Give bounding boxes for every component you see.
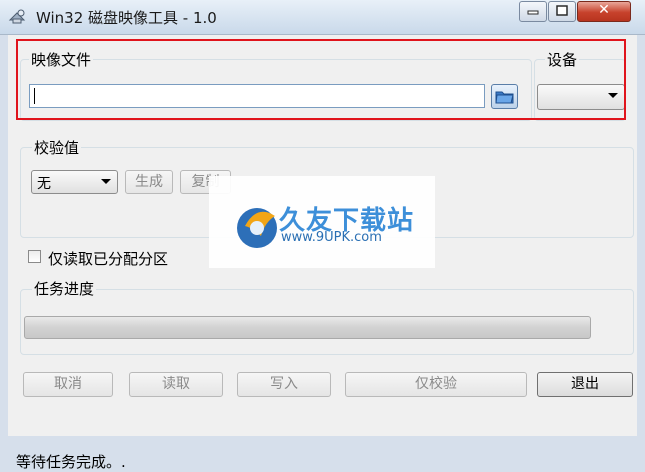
exit-button[interactable]: 退出 [537,372,633,397]
checksum-selected-value: 无 [37,176,51,192]
minimize-button[interactable] [519,1,547,22]
read-only-allocated-label: 仅读取已分配分区 [48,250,169,268]
generate-button[interactable]: 生成 [125,170,173,194]
minimize-icon [527,10,539,15]
progress-legend: 任务进度 [32,278,97,299]
checksum-legend: 校验值 [32,137,82,158]
watermark-url: www.9UPK.com [281,230,382,245]
verify-only-button[interactable]: 仅校验 [345,372,527,397]
write-button[interactable]: 写入 [237,372,331,397]
close-icon: ✕ [598,2,610,18]
window-title: Win32 磁盘映像工具 - 1.0 [36,9,217,27]
progress-bar [24,316,591,339]
status-text: 等待任务完成。. [16,453,126,471]
maximize-button[interactable] [548,1,576,22]
checksum-select[interactable]: 无 [31,170,118,194]
disk-imager-icon [8,9,26,24]
highlight-box [16,39,626,120]
maximize-icon [556,5,568,16]
read-only-allocated-checkbox[interactable] [28,250,41,263]
cancel-button[interactable]: 取消 [23,372,113,397]
title-bar: Win32 磁盘映像工具 - 1.0 ✕ [0,0,645,35]
read-button[interactable]: 读取 [129,372,223,397]
chevron-down-icon [101,179,111,184]
close-button[interactable]: ✕ [577,1,631,22]
watermark: 久友下载站 www.9UPK.com [209,176,435,268]
